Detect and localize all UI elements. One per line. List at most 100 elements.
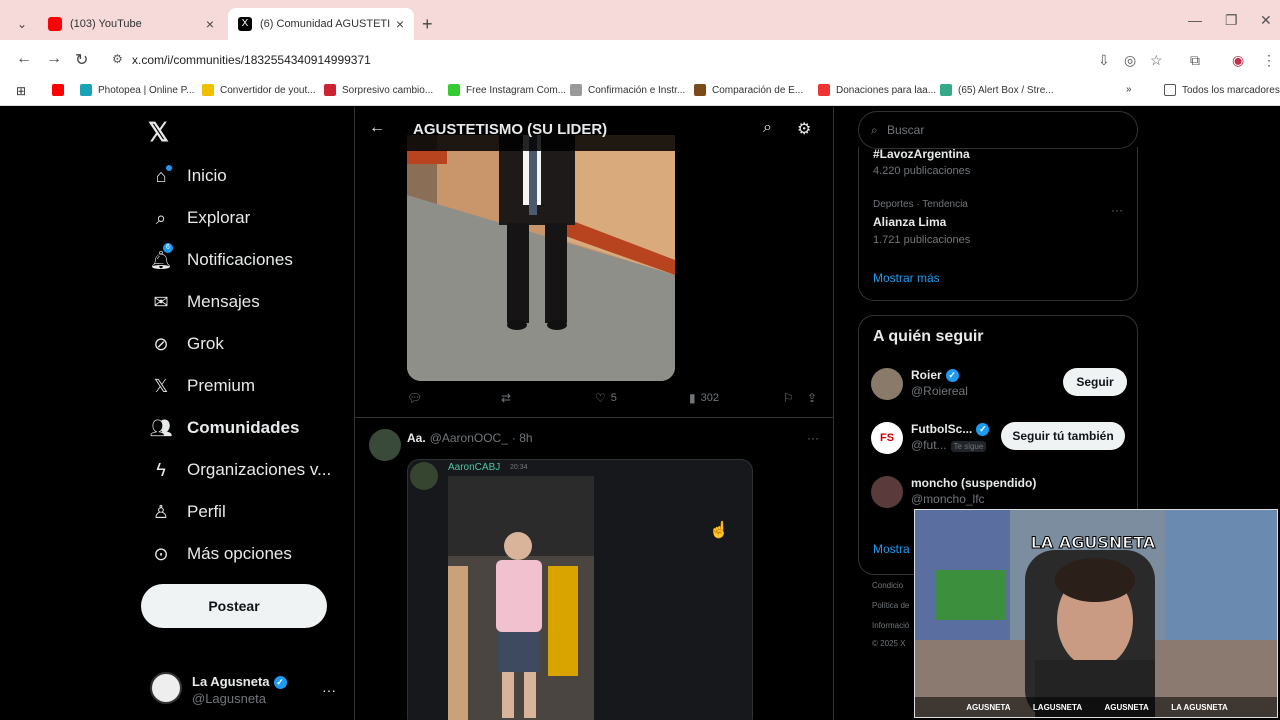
bookmark-item[interactable]: Comparación de E... — [694, 84, 803, 96]
follow-name: moncho (suspendido) — [911, 476, 1037, 490]
tab-youtube[interactable]: (103) YouTube × — [38, 8, 224, 40]
back-icon[interactable]: ← — [16, 50, 32, 68]
follow-suggestion[interactable]: Roier ✓ @Roiereal Seguir — [871, 366, 1131, 406]
sidebar-item-premium[interactable]: 𝕏 Premium — [148, 373, 255, 399]
sidebar-item-mas-opciones[interactable]: ⊙ Más opciones — [148, 541, 291, 567]
more-icon[interactable]: ··· — [1111, 203, 1123, 217]
heart-icon: ♡ — [595, 391, 606, 405]
follows-you-badge: Te sigue — [950, 441, 987, 452]
verified-icon: ✓ — [976, 423, 990, 437]
extensions-icon[interactable]: ⧉ — [1190, 52, 1200, 69]
sidebar-item-notificaciones[interactable]: 🔔︎ 6 Notificaciones — [148, 243, 293, 273]
bookmark-item[interactable]: Donaciones para laa... — [818, 84, 936, 96]
sidebar-item-comunidades[interactable]: 👥︎ Comunidades — [148, 415, 300, 441]
eye-off-icon[interactable]: ◎ — [1124, 52, 1136, 69]
bookmark-item[interactable]: Free Instagram Com... — [448, 84, 566, 96]
search-input[interactable]: ⌕ Buscar — [858, 111, 1138, 149]
chart-icon: ▮ — [689, 391, 696, 405]
x-logo-icon: 𝕏 — [153, 375, 169, 396]
share-icon[interactable]: ⇪ — [807, 391, 822, 405]
embed-author: AaronCABJ — [448, 462, 501, 473]
bookmark-youtube[interactable] — [52, 84, 70, 96]
more-icon[interactable]: ··· — [807, 431, 819, 445]
x-logo-icon[interactable]: 𝕏 — [148, 117, 169, 148]
follow-back-button[interactable]: Seguir tú también — [1001, 422, 1125, 450]
reload-icon[interactable]: ↻ — [75, 50, 88, 70]
post-time[interactable]: · 8h — [512, 431, 533, 445]
minimize-icon[interactable]: — — [1188, 12, 1202, 28]
author-handle[interactable]: @AaronOOC_ — [430, 431, 508, 445]
embedded-media[interactable]: AaronCABJ 20:34 — [407, 459, 753, 720]
more-circle-icon: ⊙ — [153, 543, 169, 564]
close-tab-icon[interactable]: × — [396, 16, 404, 32]
sidebar-item-inicio[interactable]: ⌂ Inicio — [148, 163, 227, 189]
site-icon — [448, 84, 460, 96]
trend-count: 1.721 publicaciones — [873, 234, 971, 246]
post-button[interactable]: Postear — [141, 584, 327, 628]
more-bookmarks-icon[interactable]: » — [1126, 84, 1132, 95]
back-arrow-icon[interactable]: ← — [369, 119, 385, 137]
restore-icon[interactable]: ❐ — [1225, 12, 1238, 29]
tab-search-chevron-icon[interactable]: ⌄ — [10, 14, 34, 34]
bookmark-icon[interactable]: ⚐ — [783, 391, 799, 405]
install-icon[interactable]: ⇩ — [1098, 52, 1110, 69]
bookmark-item[interactable]: Confirmación e Instr... — [570, 84, 685, 96]
views-button[interactable]: ▮ 302 — [689, 391, 719, 405]
grok-icon: ⊘ — [153, 333, 169, 354]
sidebar-item-mensajes[interactable]: ✉ Mensajes — [148, 289, 259, 315]
profile-icon[interactable]: ◉ — [1232, 52, 1244, 69]
search-icon[interactable]: ⌕ — [763, 119, 772, 137]
sidebar-item-label: Notificaciones — [187, 250, 293, 269]
bell-icon: 🔔︎ 6 — [149, 243, 173, 270]
url-field[interactable]: ⚙ x.com/i/communities/183255434091499937… — [104, 46, 1104, 74]
avatar[interactable] — [369, 429, 401, 461]
embed-video-frame — [448, 476, 594, 720]
follow-handle: @Roiereal — [911, 384, 968, 398]
like-button[interactable]: ♡ 5 — [595, 391, 617, 405]
show-more-link[interactable]: Mostrar más — [873, 271, 940, 285]
bookmark-item[interactable]: Convertidor de yout... — [202, 84, 316, 96]
youtube-icon — [52, 84, 64, 96]
follow-suggestion[interactable]: FS FutbolSc... ✓ @fut... Te sigue Seguir t… — [871, 420, 1131, 460]
bookmark-item[interactable]: Photopea | Online P... — [80, 84, 194, 96]
bookmark-all[interactable]: Todos los marcadores — [1164, 84, 1280, 96]
sidebar-item-grok[interactable]: ⊘ Grok — [148, 331, 223, 357]
retweet-icon[interactable]: ⇄ — [501, 391, 516, 405]
gear-icon[interactable]: ⚙ — [797, 119, 811, 139]
trend-meta: Deportes · Tendencia — [873, 199, 968, 210]
site-info-icon[interactable]: ⚙ — [112, 52, 123, 66]
show-more-link[interactable]: Mostra — [873, 542, 910, 556]
more-icon[interactable]: ··· — [322, 682, 336, 698]
bookmark-item[interactable]: Sorpresivo cambio... — [324, 84, 433, 96]
author-name[interactable]: Aa. — [407, 431, 426, 445]
person-icon: ♙ — [152, 501, 170, 522]
follow-handle: @moncho_lfc — [911, 492, 985, 506]
apps-grid-icon[interactable]: ⊞ — [16, 84, 26, 98]
post-image[interactable] — [407, 135, 675, 381]
footer-link[interactable]: Política de — [872, 601, 909, 610]
post[interactable]: Aa. @AaronOOC_ · 8h ··· AaronCABJ 20:34 — [355, 419, 833, 720]
forward-icon[interactable]: → — [46, 50, 62, 68]
close-window-icon[interactable]: ✕ — [1260, 12, 1272, 29]
bookmark-item[interactable]: (65) Alert Box / Stre... — [940, 84, 1054, 96]
sidebar-item-explorar[interactable]: ⌕ Explorar — [148, 205, 250, 231]
like-count: 5 — [610, 392, 617, 404]
tab-x-community[interactable]: X (6) Comunidad AGUSTETISMO ( × — [228, 8, 414, 40]
new-tab-button[interactable]: + — [422, 14, 433, 35]
sidebar-item-perfil[interactable]: ♙ Perfil — [148, 499, 226, 525]
follow-suggestion[interactable]: moncho (suspendido) @moncho_lfc — [871, 474, 1131, 514]
menu-icon[interactable]: ⋮ — [1262, 52, 1276, 69]
sidebar-item-organizaciones[interactable]: ϟ Organizaciones v... — [148, 457, 331, 483]
bookmark-label: Convertidor de yout... — [220, 84, 316, 96]
reply-icon[interactable]: 💬︎ — [407, 391, 427, 405]
sidebar-item-label: Organizaciones v... — [187, 460, 332, 479]
close-tab-icon[interactable]: × — [206, 16, 214, 32]
footer-link[interactable]: Informació — [872, 621, 909, 630]
trend-name[interactable]: #LavozArgentina — [873, 147, 970, 161]
trend-name[interactable]: Alianza Lima — [873, 215, 946, 229]
profile-name: La Agusneta — [192, 674, 270, 689]
footer-link[interactable]: Condicio — [872, 581, 903, 590]
bookmark-label: Todos los marcadores — [1182, 84, 1280, 96]
star-icon[interactable]: ☆ — [1150, 52, 1163, 69]
follow-button[interactable]: Seguir — [1063, 368, 1127, 396]
